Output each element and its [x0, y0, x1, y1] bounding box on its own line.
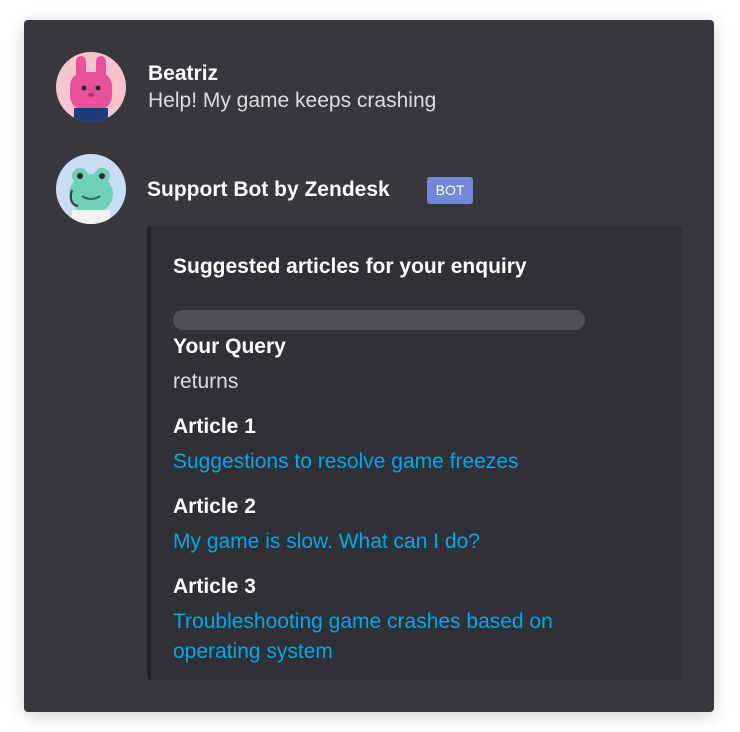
embed-placeholder-bar [173, 310, 585, 330]
query-field-name: Your Query [173, 335, 286, 358]
user-avatar-icon[interactable] [56, 52, 126, 122]
bot-name[interactable]: Support Bot by Zendesk [147, 177, 390, 203]
article-3-link[interactable]: Troubleshooting game crashes based on op… [173, 607, 573, 667]
bot-badge: BOT [427, 177, 473, 204]
article-1-link[interactable]: Suggestions to resolve game freezes [173, 447, 519, 477]
article-1-field-name: Article 1 [173, 415, 256, 438]
chat-panel: Beatriz Help! My game keeps crashing Sup… [24, 20, 714, 712]
frog-agent-avatar-icon [56, 154, 126, 224]
article-2-field-name: Article 2 [173, 495, 256, 518]
query-field-value: returns [173, 370, 239, 393]
article-2-link[interactable]: My game is slow. What can I do? [173, 527, 480, 557]
pink-bunny-avatar-icon [56, 52, 126, 122]
article-3-field-name: Article 3 [173, 575, 256, 598]
embed-title: Suggested articles for your enquiry [173, 255, 527, 278]
user-name[interactable]: Beatriz [148, 61, 218, 87]
bot-avatar-icon[interactable] [56, 154, 126, 224]
suggested-articles-embed: Suggested articles for your enquiry Your… [147, 226, 682, 680]
user-message-text: Help! My game keeps crashing [148, 89, 437, 112]
